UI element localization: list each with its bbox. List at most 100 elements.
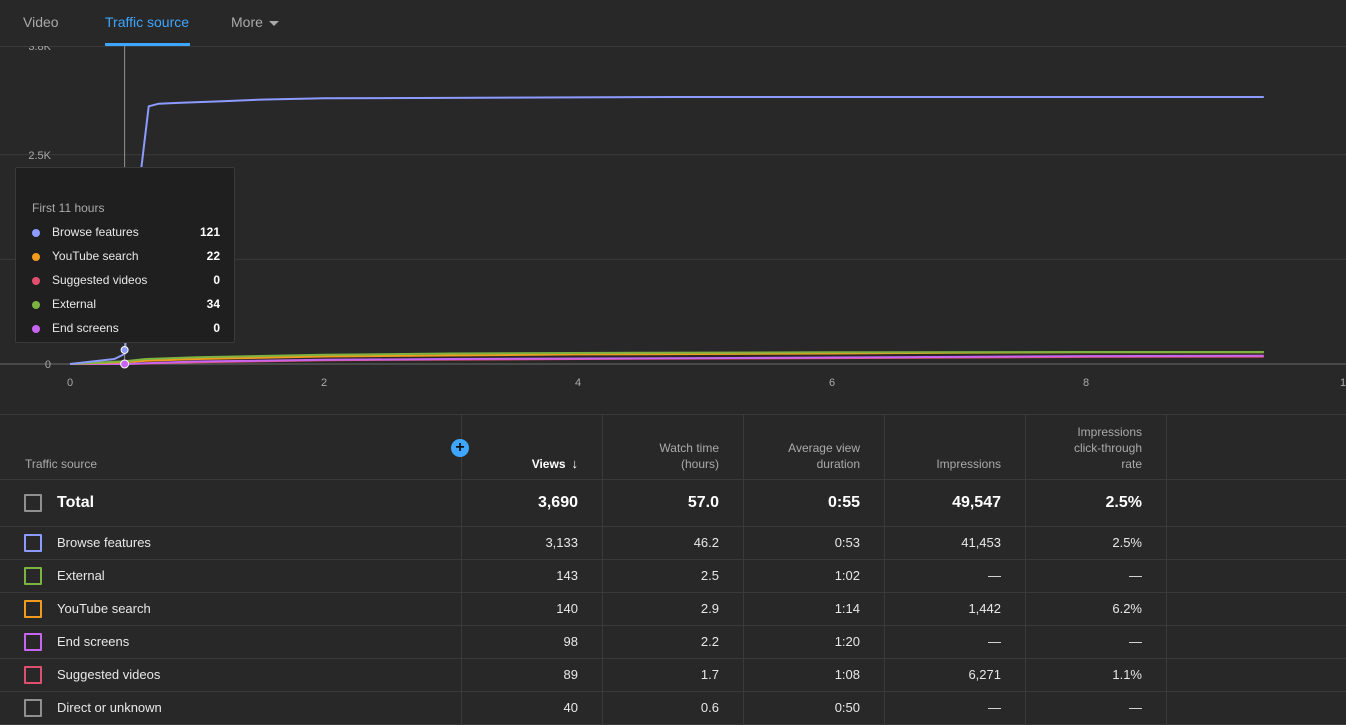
row-watch-time: 2.5 xyxy=(700,568,719,583)
row-avg-duration: 1:08 xyxy=(834,667,860,682)
tooltip-row-label: Suggested videos xyxy=(52,273,148,287)
tooltip-row-value: 22 xyxy=(206,249,220,263)
total-label: Total xyxy=(57,494,95,511)
legend-dot-icon xyxy=(32,301,40,309)
header-watch-time[interactable]: Watch time (hours) xyxy=(629,440,719,472)
header-impressions[interactable]: Impressions xyxy=(936,456,1001,472)
row-impressions: — xyxy=(988,568,1001,583)
tab-traffic-source[interactable]: Traffic source xyxy=(105,14,189,30)
row-impressions: 41,453 xyxy=(961,535,1001,550)
row-views: 98 xyxy=(563,634,578,649)
total-avg-duration: 0:55 xyxy=(827,494,860,511)
x-tick-label: 8 xyxy=(1083,377,1089,389)
header-average-view-duration[interactable]: Average view duration xyxy=(770,440,860,472)
row-checkbox[interactable] xyxy=(24,633,42,651)
tooltip-row-value: 34 xyxy=(206,297,220,311)
tooltip-row-value: 121 xyxy=(199,225,220,239)
tooltip-row: YouTube search 22 xyxy=(32,249,220,265)
tooltip-row-label: End screens xyxy=(52,321,119,335)
header-traffic-source: Traffic source xyxy=(25,457,98,471)
legend-dot-icon xyxy=(32,229,40,237)
add-metric-button[interactable]: + xyxy=(451,439,469,457)
tooltip-row-label: External xyxy=(52,297,97,311)
x-tick-label: 1 xyxy=(1340,377,1346,389)
sort-down-arrow-icon: ↓ xyxy=(571,456,579,471)
row-source-name: External xyxy=(57,568,105,583)
row-ctr: 1.1% xyxy=(1112,667,1142,682)
tab-bar: Video Traffic source More xyxy=(0,0,1346,47)
tooltip-row: Browse features 121 xyxy=(32,225,220,241)
row-source-name: YouTube search xyxy=(57,601,151,616)
row-checkbox[interactable] xyxy=(24,534,42,552)
row-ctr: 6.2% xyxy=(1112,601,1142,616)
x-tick-label: 2 xyxy=(321,377,327,389)
row-source-name: Suggested videos xyxy=(57,667,161,682)
row-impressions: — xyxy=(988,700,1001,715)
row-impressions: 1,442 xyxy=(968,601,1001,616)
row-views: 3,133 xyxy=(545,535,578,550)
tab-video[interactable]: Video xyxy=(23,14,59,30)
total-checkbox[interactable] xyxy=(24,494,42,512)
header-views[interactable]: Views ↓ xyxy=(532,456,578,472)
tab-more-label: More xyxy=(231,14,263,30)
tooltip-row: Suggested videos 0 xyxy=(32,273,220,289)
row-source-name: Direct or unknown xyxy=(57,700,162,715)
hover-point-dot xyxy=(120,359,130,369)
row-ctr: — xyxy=(1129,634,1142,649)
row-source-name: Browse features xyxy=(57,535,151,550)
x-tick-label: 4 xyxy=(575,377,581,389)
row-checkbox[interactable] xyxy=(24,600,42,618)
y-tick-label: 0 xyxy=(45,359,51,371)
row-watch-time: 0.6 xyxy=(700,700,719,715)
header-views-label: Views xyxy=(531,457,566,471)
row-watch-time: 2.9 xyxy=(700,601,719,616)
row-views: 140 xyxy=(556,601,578,616)
row-impressions: 6,271 xyxy=(968,667,1001,682)
tooltip-row-value: 0 xyxy=(213,273,220,287)
tab-more[interactable]: More xyxy=(231,14,279,30)
chart-tooltip: First 11 hours Browse features 121 YouTube… xyxy=(15,167,235,343)
legend-dot-icon xyxy=(32,325,40,333)
row-watch-time: 1.7 xyxy=(700,667,719,682)
row-avg-duration: 0:53 xyxy=(834,535,860,550)
hover-point-dot xyxy=(120,345,129,354)
table-row: External 143 2.5 1:02 — — xyxy=(0,560,1346,593)
tooltip-row-label: YouTube search xyxy=(52,249,139,263)
row-checkbox[interactable] xyxy=(24,666,42,684)
table-row: Suggested videos 89 1.7 1:08 6,271 1.1% xyxy=(0,659,1346,692)
table-row: YouTube search 140 2.9 1:14 1,442 6.2% xyxy=(0,593,1346,626)
row-views: 143 xyxy=(556,568,578,583)
table-row-total: Total 3,690 57.0 0:55 49,547 2.5% xyxy=(0,480,1346,527)
total-watch-time: 57.0 xyxy=(687,494,719,511)
total-ctr: 2.5% xyxy=(1105,494,1142,511)
series-line-browse-features xyxy=(69,96,1264,365)
table-row: Browse features 3,133 46.2 0:53 41,453 2.5% xyxy=(0,527,1346,560)
y-tick-label: 2.5K xyxy=(28,150,51,162)
row-checkbox[interactable] xyxy=(24,699,42,717)
x-tick-label: 6 xyxy=(829,377,835,389)
row-watch-time: 46.2 xyxy=(693,535,719,550)
tooltip-row: End screens 0 xyxy=(32,321,220,337)
row-checkbox[interactable] xyxy=(24,567,42,585)
y-tick-label: 3.8K xyxy=(28,46,51,53)
row-ctr: — xyxy=(1129,700,1142,715)
tooltip-title: First 11 hours xyxy=(32,201,105,215)
row-views: 89 xyxy=(563,667,578,682)
row-ctr: — xyxy=(1129,568,1142,583)
table-row: End screens 98 2.2 1:20 — — xyxy=(0,626,1346,659)
row-avg-duration: 1:20 xyxy=(834,634,860,649)
row-ctr: 2.5% xyxy=(1112,535,1142,550)
row-views: 40 xyxy=(563,700,578,715)
header-impressions-ctr[interactable]: Impressions click-through rate xyxy=(1052,424,1142,472)
row-impressions: — xyxy=(988,634,1001,649)
legend-dot-icon xyxy=(32,277,40,285)
row-watch-time: 2.2 xyxy=(700,634,719,649)
row-avg-duration: 1:14 xyxy=(834,601,860,616)
row-avg-duration: 0:50 xyxy=(834,700,860,715)
tooltip-row: External 34 xyxy=(32,297,220,313)
tooltip-row-value: 0 xyxy=(213,321,220,335)
table-row: Direct or unknown 40 0.6 0:50 — — xyxy=(0,692,1346,725)
caret-down-icon xyxy=(268,20,279,26)
total-impressions: 49,547 xyxy=(952,494,1001,511)
traffic-source-table: Traffic source + Views ↓ Watch time (hour… xyxy=(0,414,1346,725)
